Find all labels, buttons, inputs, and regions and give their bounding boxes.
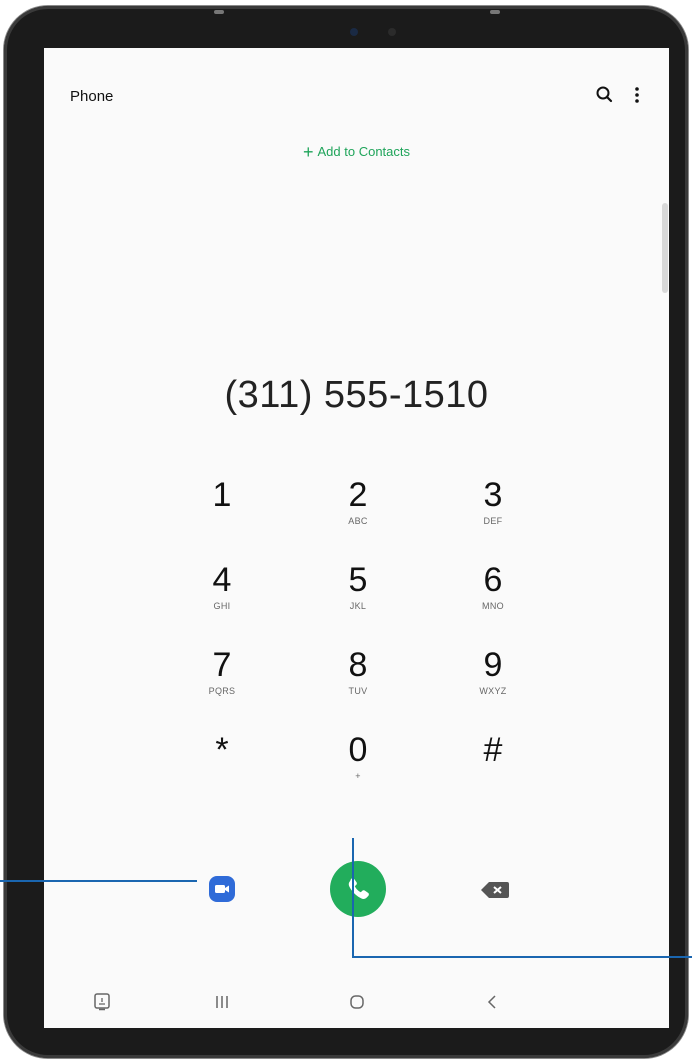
key-digit: 7 xyxy=(212,646,232,684)
key-letters: DEF xyxy=(483,516,503,526)
home-icon[interactable] xyxy=(345,990,369,1014)
dialed-number: (311) 555-1510 xyxy=(224,374,489,416)
back-icon[interactable] xyxy=(481,990,505,1014)
key-digit: 3 xyxy=(483,476,503,514)
plus-icon: + xyxy=(302,142,314,162)
video-call-button[interactable] xyxy=(209,876,235,902)
dialpad-key-3[interactable]: 3 DEF xyxy=(448,472,538,546)
top-edge-detail xyxy=(490,10,500,14)
navigation-bar xyxy=(44,976,669,1028)
dialpad-key-4[interactable]: 4 GHI xyxy=(177,557,267,631)
key-letters: WXYZ xyxy=(479,686,507,696)
key-digit: 0 xyxy=(348,731,368,769)
scrollbar[interactable] xyxy=(662,203,668,293)
key-letters: PQRS xyxy=(208,686,236,696)
key-letters: MNO xyxy=(482,601,504,611)
key-digit: 5 xyxy=(348,561,368,599)
dialpad-key-1[interactable]: 1 xyxy=(177,472,267,546)
key-digit: 1 xyxy=(212,476,232,514)
page-title: Phone xyxy=(70,88,114,105)
dialpad-key-5[interactable]: 5 JKL xyxy=(313,557,403,631)
recent-apps-icon[interactable] xyxy=(210,990,234,1014)
dialpad-key-0[interactable]: 0 + xyxy=(313,727,403,801)
top-edge-detail xyxy=(214,10,224,14)
call-button-callout-line xyxy=(352,838,354,958)
sensor xyxy=(388,28,396,36)
more-options-icon[interactable] xyxy=(630,84,644,106)
dialpad-key-9[interactable]: 9 WXYZ xyxy=(448,642,538,716)
call-button[interactable] xyxy=(330,861,386,917)
add-to-contacts-label: Add to Contacts xyxy=(317,144,411,159)
key-digit: 8 xyxy=(348,646,368,684)
app-bar: Phone xyxy=(44,48,669,148)
tablet-frame: Phone + Add to Contacts (311) 555-1510 12… xyxy=(4,6,688,1058)
add-to-contacts-link[interactable]: + Add to Contacts xyxy=(44,142,669,163)
front-camera xyxy=(350,28,358,36)
video-call-callout-line xyxy=(0,880,197,882)
dialpad-key-7[interactable]: 7 PQRS xyxy=(177,642,267,716)
dialpad-key-hash[interactable]: # xyxy=(448,727,538,801)
screenshot-icon[interactable] xyxy=(90,990,114,1014)
dialpad-key-6[interactable]: 6 MNO xyxy=(448,557,538,631)
call-button-callout-line xyxy=(352,956,692,958)
search-icon[interactable] xyxy=(594,84,616,106)
key-letters: TUV xyxy=(348,686,368,696)
dialpad-key-star[interactable]: * xyxy=(177,727,267,801)
video-camera-icon xyxy=(215,885,229,893)
key-digit: # xyxy=(483,731,503,769)
key-digit: 6 xyxy=(483,561,503,599)
key-letters: GHI xyxy=(213,601,231,611)
backspace-icon[interactable] xyxy=(480,881,510,899)
key-letters: JKL xyxy=(349,601,367,611)
dialpad-key-8[interactable]: 8 TUV xyxy=(313,642,403,716)
key-letters: + xyxy=(355,771,361,781)
key-digit: 4 xyxy=(212,561,232,599)
key-digit: 2 xyxy=(348,476,368,514)
dialpad-key-2[interactable]: 2 ABC xyxy=(313,472,403,546)
key-digit: 9 xyxy=(483,646,503,684)
phone-icon xyxy=(348,878,369,899)
key-digit: * xyxy=(215,731,229,769)
key-letters: ABC xyxy=(348,516,368,526)
